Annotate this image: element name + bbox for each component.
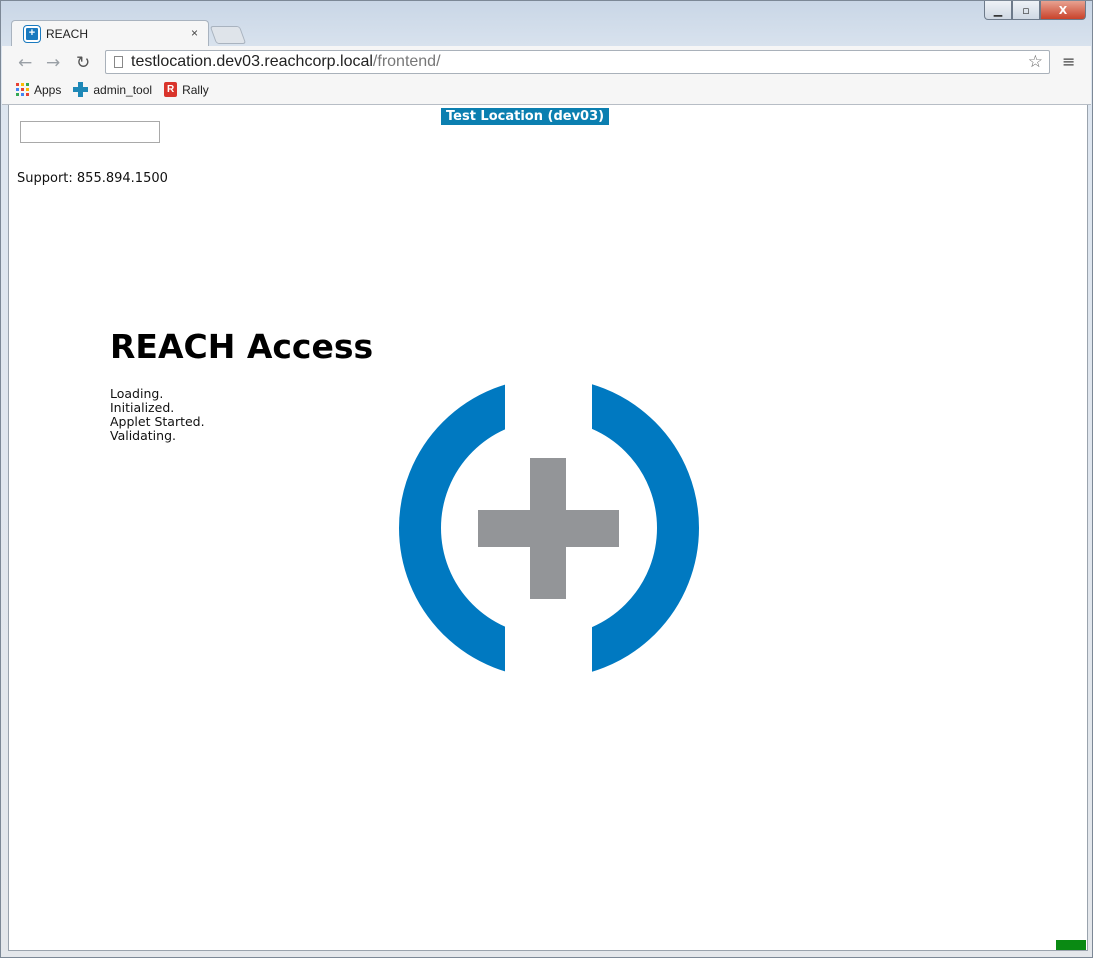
window-controls: ▁ ▫ X [984,1,1086,20]
top-text-input[interactable] [20,121,160,143]
status-indicator [1056,940,1086,950]
rally-icon: R [164,82,178,97]
bookmark-label: admin_tool [93,82,153,97]
bookmark-label: Rally [182,82,209,97]
back-icon[interactable]: ← [18,53,32,73]
status-line: Loading. [110,386,164,401]
address-bar[interactable]: testlocation.dev03.reachcorp.local/front… [105,50,1050,74]
environment-badge: Test Location (dev03) [441,108,610,125]
bookmark-label: Apps [34,82,62,97]
status-line: Initialized. [110,400,175,415]
bookmark-rally[interactable]: R Rally [164,82,209,97]
reach-favicon-icon: + [23,24,41,43]
browser-window: ▁ ▫ X + REACH × ← → ↻ testlocation.dev03… [0,0,1093,958]
bookmark-apps[interactable]: Apps [16,82,61,97]
tab-close-icon[interactable]: × [191,26,198,40]
url-host: testlocation.dev03.reachcorp.local [131,53,373,70]
apps-grid-icon [16,83,29,96]
page-icon [114,56,123,68]
tab-title: REACH [46,26,89,41]
status-line: Applet Started. [110,414,205,429]
bookmark-star-icon[interactable]: ☆ [1028,52,1043,72]
tab-reach[interactable]: + REACH × [11,20,209,46]
puzzle-icon [73,82,89,97]
forward-icon[interactable]: → [46,53,60,73]
url-path: /frontend/ [372,53,441,70]
bookmarks-bar: Apps admin_tool R Rally [16,82,209,97]
close-window-button[interactable]: X [1040,1,1086,20]
maximize-button[interactable]: ▫ [1012,1,1040,20]
minimize-button[interactable]: ▁ [984,1,1012,20]
status-log: Loading. Initialized. Applet Started. Va… [110,387,205,443]
page-title: REACH Access [110,327,374,366]
logo-cross-horizontal [478,510,619,547]
new-tab-button[interactable] [209,26,247,44]
reload-icon[interactable]: ↻ [76,53,90,73]
browser-menu-icon[interactable]: ≡ [1062,52,1075,71]
status-line: Validating. [110,428,176,443]
browser-toolbar: ← → ↻ testlocation.dev03.reachcorp.local… [2,46,1091,105]
bookmark-admin-tool[interactable]: admin_tool [73,82,152,97]
reach-logo [399,383,699,675]
support-phone: Support: 855.894.1500 [17,171,168,186]
page-viewport: Test Location (dev03) Support: 855.894.1… [8,105,1088,951]
url-text[interactable]: testlocation.dev03.reachcorp.local/front… [131,53,441,71]
